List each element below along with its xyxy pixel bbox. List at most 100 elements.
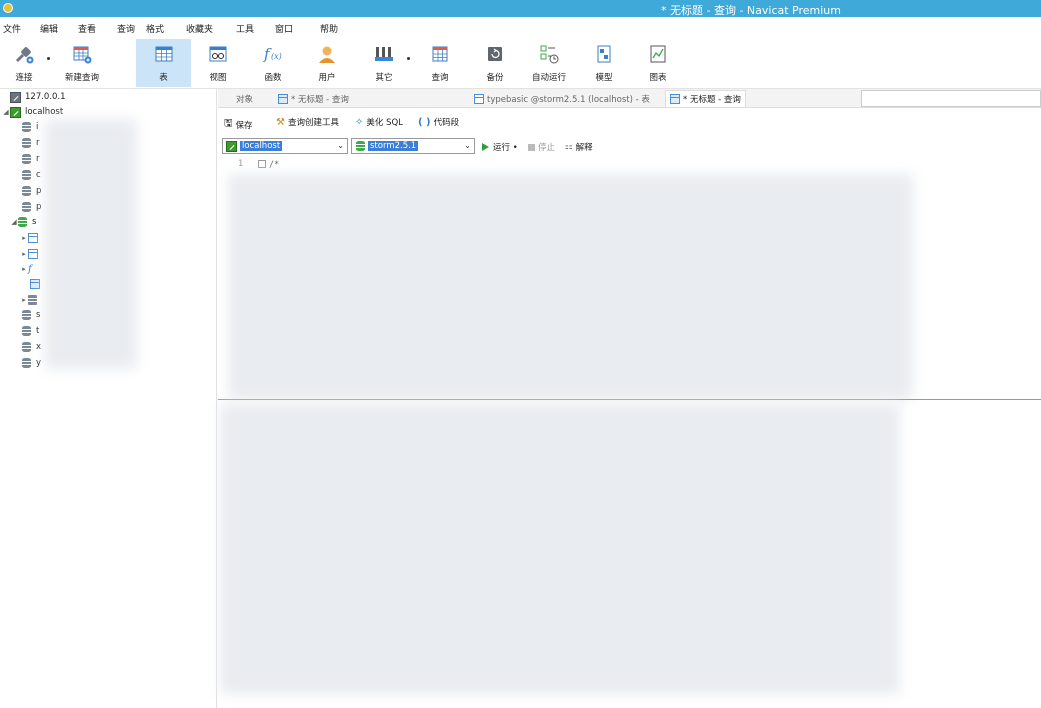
tree-database[interactable]: p xyxy=(22,200,41,214)
backup-label: 备份 xyxy=(486,73,504,83)
model-icon xyxy=(593,43,615,65)
save-button[interactable]: 🖫 保存 xyxy=(224,116,253,133)
explain-icon: ⚏ xyxy=(565,142,573,152)
database-select[interactable]: storm2.5.1 ⌄ xyxy=(351,138,475,154)
view-button[interactable]: 视图 xyxy=(198,39,238,87)
tree-database-open[interactable]: ◢ s xyxy=(10,215,36,229)
run-button[interactable]: 运行 • xyxy=(482,141,518,153)
function-button[interactable]: f (x) 函数 xyxy=(253,39,293,87)
tree-functions-node[interactable]: ▸ f xyxy=(20,262,31,276)
new-query-icon xyxy=(71,43,93,65)
function-label: 函数 xyxy=(264,73,282,83)
code-line-text: /* xyxy=(269,160,280,170)
tree-views-node[interactable]: ▸ xyxy=(20,247,41,261)
tree-database[interactable]: r xyxy=(22,152,40,166)
tree-database[interactable]: c xyxy=(22,168,41,182)
collapse-arrow-icon[interactable]: ▸ xyxy=(20,296,28,304)
database-name: r xyxy=(36,138,40,148)
automation-label: 自动运行 xyxy=(531,73,566,83)
chart-button[interactable]: 图表 xyxy=(638,39,678,87)
view-label: 视图 xyxy=(209,73,227,83)
database-name: c xyxy=(36,170,41,180)
expand-arrow-icon[interactable]: ◢ xyxy=(2,108,10,116)
stop-button[interactable]: 停止 xyxy=(528,141,555,153)
tree-server[interactable]: 127.0.0.1 xyxy=(10,90,66,104)
menu-edit[interactable]: 编辑 xyxy=(40,22,58,35)
tree-database[interactable]: t xyxy=(22,324,39,338)
database-icon xyxy=(22,326,31,336)
menu-query[interactable]: 查询 xyxy=(117,22,135,35)
database-name: r xyxy=(36,154,40,164)
tree-database[interactable]: y xyxy=(22,356,41,370)
navicat-logo-icon xyxy=(3,3,13,13)
backup-button[interactable]: 备份 xyxy=(475,39,515,87)
tree-tables-node[interactable]: ▸ xyxy=(20,231,41,245)
menu-view[interactable]: 查看 xyxy=(78,22,96,35)
tab-untitled-query-1[interactable]: * 无标题 - 查询 xyxy=(274,90,353,107)
table-button[interactable]: 表 xyxy=(136,39,191,87)
function-icon: f (x) xyxy=(262,43,284,65)
plug-icon xyxy=(13,43,35,65)
tab-untitled-query-2[interactable]: * 无标题 - 查询 xyxy=(665,90,746,107)
tree-database[interactable]: x xyxy=(22,340,41,354)
connect-label: 连接 xyxy=(15,73,33,83)
connect-button[interactable]: 连接 xyxy=(4,39,50,87)
query-builder-button[interactable]: ⚒ 查询创建工具 xyxy=(276,116,339,129)
fold-icon[interactable] xyxy=(258,160,266,168)
menu-tools[interactable]: 工具 xyxy=(236,22,254,35)
code-snippet-label: 代码段 xyxy=(433,118,460,128)
tree-database[interactable]: i xyxy=(22,120,38,134)
svg-text:(x): (x) xyxy=(271,52,282,61)
database-icon xyxy=(22,170,31,180)
other-dropdown-icon[interactable] xyxy=(407,57,410,60)
automation-button[interactable]: 自动运行 xyxy=(527,39,571,87)
tab-objects[interactable]: 对象 xyxy=(232,90,257,107)
tree-database[interactable]: r xyxy=(22,136,40,150)
database-open-icon xyxy=(18,217,27,227)
tree-queries-node[interactable] xyxy=(30,277,43,291)
sql-editor[interactable]: 1 /* xyxy=(218,156,1041,708)
collapse-arrow-icon[interactable]: ▸ xyxy=(20,265,28,273)
database-name: t xyxy=(36,326,40,336)
other-button[interactable]: 其它 xyxy=(364,39,410,87)
connection-select[interactable]: localhost ⌄ xyxy=(222,138,348,154)
menu-favorites[interactable]: 收藏夹 xyxy=(186,22,213,35)
code-line: /* xyxy=(258,159,279,170)
code-snippet-button[interactable]: ( ) 代码段 xyxy=(418,116,460,129)
tree-database[interactable]: p xyxy=(22,184,41,198)
menu-help[interactable]: 帮助 xyxy=(320,22,338,35)
database-select-value: storm2.5.1 xyxy=(368,141,419,151)
model-button[interactable]: 模型 xyxy=(584,39,624,87)
chart-label: 图表 xyxy=(649,73,667,83)
database-icon xyxy=(22,342,31,352)
chart-icon xyxy=(647,43,669,65)
tree-database[interactable]: s xyxy=(22,308,40,322)
redacted-sql-text xyxy=(228,174,913,399)
expand-arrow-icon[interactable]: ◢ xyxy=(10,218,18,226)
menu-format[interactable]: 格式 xyxy=(146,22,164,35)
query-label: 查询 xyxy=(431,73,449,83)
collapse-arrow-icon[interactable]: ▸ xyxy=(20,250,28,258)
menu-window[interactable]: 窗口 xyxy=(275,22,293,35)
query-button[interactable]: 查询 xyxy=(420,39,460,87)
connection-icon xyxy=(226,140,237,152)
connection-selector-row: localhost ⌄ storm2.5.1 ⌄ 运行 • 停止 ⚏ 解释 xyxy=(218,136,1041,156)
object-search-input[interactable] xyxy=(861,90,1041,107)
connect-dropdown-icon[interactable] xyxy=(47,57,50,60)
tree-connection-localhost[interactable]: ◢ localhost xyxy=(2,105,63,119)
beautify-sql-button[interactable]: ✧ 美化 SQL xyxy=(355,116,403,129)
tab-typebasic-table-label: typebasic @storm2.5.1 (localhost) - 表 xyxy=(487,94,650,105)
collapse-arrow-icon[interactable]: ▸ xyxy=(20,234,28,242)
new-query-button[interactable]: 新建查询 xyxy=(60,39,104,87)
menu-bar: 文件 编辑 查看 查询 格式 收藏夹 工具 窗口 帮助 xyxy=(0,17,1041,37)
database-name: y xyxy=(36,358,42,368)
database-icon xyxy=(22,186,31,196)
tab-typebasic-table[interactable]: typebasic @storm2.5.1 (localhost) - 表 xyxy=(470,90,654,107)
menu-file[interactable]: 文件 xyxy=(3,22,21,35)
stop-icon xyxy=(528,143,535,151)
query-tab-icon xyxy=(670,94,680,104)
tree-backups-node[interactable]: ▸ xyxy=(20,293,37,307)
connection-select-value: localhost xyxy=(240,141,283,151)
user-button[interactable]: 用户 xyxy=(307,39,347,87)
explain-button[interactable]: ⚏ 解释 xyxy=(565,141,593,153)
